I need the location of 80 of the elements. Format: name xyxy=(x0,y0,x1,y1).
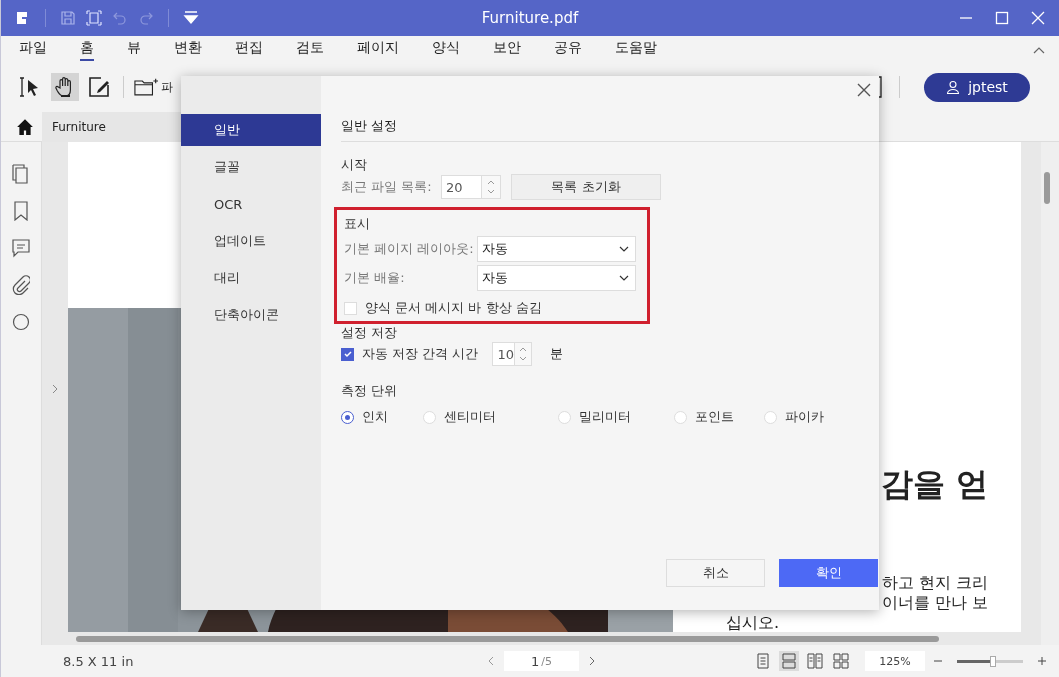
dropdown-field[interactable]: 자동 xyxy=(477,265,636,291)
radio-label: 파이카 xyxy=(785,408,824,426)
fit-page-icon[interactable] xyxy=(86,10,102,26)
hand-tool-icon[interactable] xyxy=(51,73,79,101)
grid-view-icon[interactable] xyxy=(831,651,851,671)
settings-nav-item[interactable]: 일반 xyxy=(181,114,321,146)
search-icon[interactable] xyxy=(12,312,30,332)
chevron-down-icon xyxy=(619,246,629,252)
checkbox-label: 자동 저장 간격 시간 xyxy=(362,345,479,363)
double-view-icon[interactable] xyxy=(805,651,825,671)
interval-spinner[interactable]: 10 xyxy=(492,342,533,366)
menu-tab[interactable]: 보안 xyxy=(493,37,521,61)
menu-tab[interactable]: 검토 xyxy=(296,37,324,61)
unit-label: 분 xyxy=(550,345,564,363)
zoom-slider-thumb[interactable] xyxy=(990,655,997,667)
confirm-button[interactable]: 확인 xyxy=(779,559,878,587)
checkbox-label: 양식 문서 메시지 바 항상 숨김 xyxy=(365,299,542,317)
menu-tab[interactable]: 변환 xyxy=(174,37,202,61)
settings-nav-item[interactable]: 단축아이콘 xyxy=(181,299,321,331)
document-text: 이너를 만나 보 xyxy=(882,593,989,613)
menu-tab[interactable]: 도움말 xyxy=(615,37,657,61)
field-label: 기본 페이지 레이아웃: xyxy=(344,240,475,258)
attachment-icon[interactable] xyxy=(12,275,30,295)
dropdown-field[interactable]: 자동 xyxy=(477,236,636,262)
toolbar-label[interactable]: 파 xyxy=(161,78,173,96)
radio-button[interactable] xyxy=(341,410,354,424)
settings-nav-item[interactable]: 글꼴 xyxy=(181,151,321,183)
home-icon[interactable] xyxy=(16,117,34,136)
checkbox[interactable] xyxy=(341,347,354,361)
dropdown-icon[interactable] xyxy=(183,10,199,26)
chevron-down-icon xyxy=(619,275,629,281)
folder-plus-icon[interactable] xyxy=(134,77,158,97)
settings-nav-item[interactable]: 대리 xyxy=(181,262,321,294)
section-heading: 시작 xyxy=(341,156,368,174)
document-text: 십시오. xyxy=(726,613,780,632)
next-page-icon[interactable] xyxy=(589,656,595,666)
section-heading: 표시 xyxy=(344,215,371,233)
bookmark-icon[interactable] xyxy=(12,201,30,221)
document-text: 하고 현지 크리 xyxy=(882,573,989,593)
settings-nav-item[interactable]: 업데이트 xyxy=(181,225,321,257)
recent-files-spinner[interactable]: 20 xyxy=(441,175,501,199)
dialog-title: 일반 설정 xyxy=(341,117,879,142)
menu-tab[interactable]: 홈 xyxy=(80,37,94,61)
section-heading: 측정 단위 xyxy=(341,382,399,400)
field-label: 최근 파일 목록: xyxy=(341,178,433,196)
radio-label: 센티미터 xyxy=(444,408,496,426)
pages-icon[interactable] xyxy=(12,164,30,184)
radio-label: 밀리미터 xyxy=(579,408,631,426)
user-icon xyxy=(946,80,961,94)
user-button[interactable]: jptest xyxy=(924,72,1030,102)
menu-tab[interactable]: 뷰 xyxy=(127,37,141,61)
continuous-view-icon[interactable] xyxy=(779,651,799,671)
menu-tab[interactable]: 편집 xyxy=(235,37,263,61)
vertical-scrollbar[interactable] xyxy=(1044,172,1050,204)
collapse-icon[interactable] xyxy=(1033,46,1045,54)
zoom-field[interactable]: 125% xyxy=(865,651,925,671)
settings-nav-item[interactable]: OCR xyxy=(181,188,321,220)
document-heading: 감을 얻 xyxy=(881,464,990,505)
page-number-field[interactable]: 1/5 xyxy=(504,651,579,671)
reset-list-button[interactable]: 목록 초기화 xyxy=(511,174,661,200)
menu-tab[interactable]: 양식 xyxy=(432,37,460,61)
cancel-button[interactable]: 취소 xyxy=(666,559,765,587)
menu-tab[interactable]: 공유 xyxy=(554,37,582,61)
zoom-in-icon[interactable] xyxy=(1037,656,1047,666)
save-icon[interactable] xyxy=(60,10,76,26)
page-size: 8.5 X 11 in xyxy=(63,653,135,669)
radio-label: 포인트 xyxy=(695,408,734,426)
maximize-icon[interactable] xyxy=(995,11,1009,25)
radio-label: 인치 xyxy=(362,408,388,426)
check-icon xyxy=(342,349,353,359)
horizontal-scrollbar[interactable] xyxy=(76,635,939,642)
window-title: Furniture.pdf xyxy=(480,9,580,27)
field-label: 기본 배율: xyxy=(344,269,406,287)
close-icon[interactable] xyxy=(857,83,871,97)
expand-icon[interactable] xyxy=(52,383,58,394)
menu-tab[interactable]: 페이지 xyxy=(357,37,399,61)
comment-icon[interactable] xyxy=(12,238,30,258)
section-heading: 설정 저장 xyxy=(341,324,399,342)
menu-tab[interactable]: 파일 xyxy=(19,37,47,61)
previous-page-icon[interactable] xyxy=(488,656,494,666)
